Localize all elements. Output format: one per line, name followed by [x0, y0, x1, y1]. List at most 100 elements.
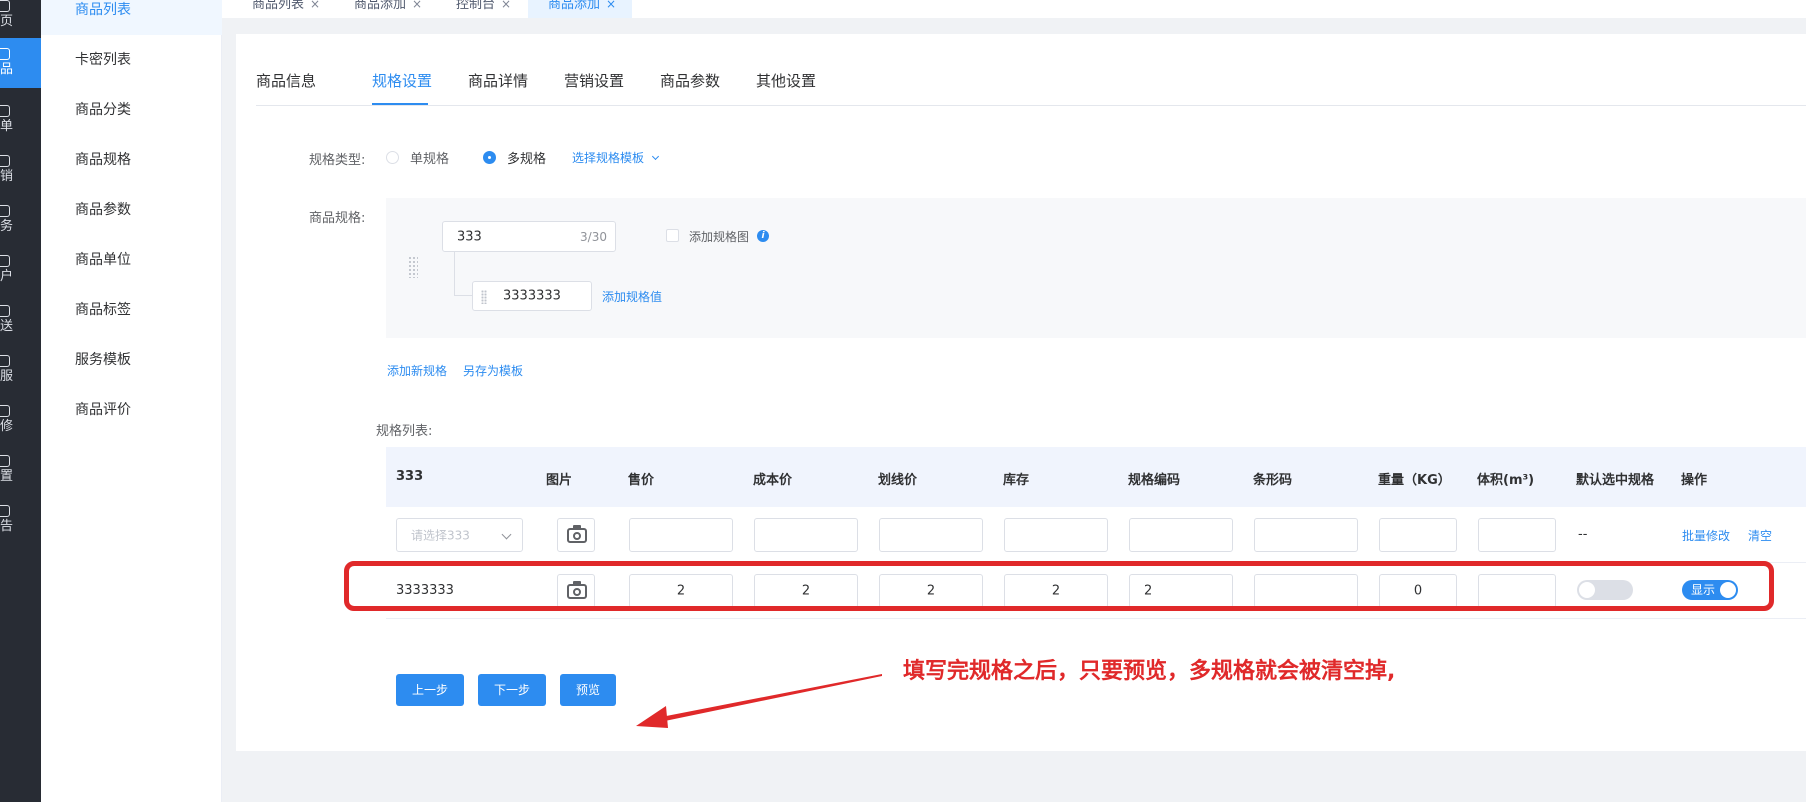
- tab-other-settings[interactable]: 其他设置: [756, 70, 816, 91]
- batch-cost-input[interactable]: [754, 518, 858, 552]
- user-icon: [0, 255, 10, 267]
- rail-item-home[interactable]: 页: [0, 0, 41, 40]
- add-new-spec-link[interactable]: 添加新规格: [387, 362, 447, 379]
- batch-barcode-input[interactable]: [1254, 518, 1358, 552]
- product-spec-label: 商品规格:: [309, 211, 366, 226]
- submenu-item-service-template[interactable]: 服务模板: [41, 335, 222, 385]
- submenu-item-product-list[interactable]: 商品列表: [41, 0, 222, 35]
- submenu-item-params[interactable]: 商品参数: [41, 185, 222, 235]
- batch-price-input[interactable]: [629, 518, 733, 552]
- tab-product-info[interactable]: 商品信息: [256, 70, 316, 91]
- spec-name-input[interactable]: 333 3/30: [442, 221, 616, 252]
- add-spec-image-checkbox[interactable]: [666, 229, 679, 242]
- save-as-template-link[interactable]: 另存为模板: [463, 362, 523, 379]
- batch-line-price-input[interactable]: [879, 518, 983, 552]
- rail-item-delivery[interactable]: 送: [0, 295, 41, 345]
- rail-item-finance[interactable]: 务: [0, 195, 41, 245]
- submenu-item-review[interactable]: 商品评价: [41, 385, 222, 435]
- prev-step-button[interactable]: 上一步: [396, 674, 464, 706]
- rail-item-settings[interactable]: 置: [0, 445, 41, 495]
- rail-item-orders[interactable]: 单: [0, 95, 41, 145]
- submenu-item-spec[interactable]: 商品规格: [41, 135, 222, 185]
- close-icon[interactable]: ×: [501, 0, 511, 11]
- rail-item-marketing[interactable]: 销: [0, 145, 41, 195]
- rail-item-users[interactable]: 户: [0, 245, 41, 295]
- close-icon[interactable]: ×: [412, 0, 422, 11]
- preview-button[interactable]: 预览: [560, 674, 616, 706]
- batch-edit-link[interactable]: 批量修改: [1682, 527, 1730, 544]
- th-default: 默认选中规格: [1576, 473, 1655, 488]
- tab-marketing-settings[interactable]: 营销设置: [564, 70, 624, 91]
- drag-handle-icon[interactable]: [408, 256, 418, 278]
- tab-product-detail[interactable]: 商品详情: [468, 70, 528, 91]
- tab-console[interactable]: 控制台 ×: [446, 0, 521, 18]
- th-line-price: 划线价: [878, 473, 918, 488]
- choose-template-link[interactable]: 选择规格模板: [572, 149, 659, 166]
- radio-single-spec[interactable]: [386, 151, 399, 164]
- th-volume: 体积(m³): [1477, 473, 1535, 488]
- order-icon: [0, 105, 10, 117]
- th-spec: 333: [396, 469, 424, 484]
- spec-select[interactable]: 请选择333: [396, 518, 523, 552]
- batch-weight-input[interactable]: [1379, 518, 1457, 552]
- spec-editor: [386, 198, 1806, 338]
- chevron-down-icon: [501, 529, 512, 540]
- upload-image-button[interactable]: [557, 518, 595, 552]
- submenu-item-unit[interactable]: 商品单位: [41, 235, 222, 285]
- tree-line: [454, 252, 455, 295]
- home-icon: [0, 0, 10, 12]
- rail-item-service[interactable]: 服: [0, 345, 41, 395]
- batch-stock-input[interactable]: [1004, 518, 1108, 552]
- info-icon[interactable]: i: [757, 230, 769, 242]
- delivery-icon: [0, 305, 10, 317]
- submenu-item-category[interactable]: 商品分类: [41, 85, 222, 135]
- sub-menu: 商品列表 卡密列表 商品分类 商品规格 商品参数 商品单位 商品标签 服务模板 …: [41, 0, 222, 802]
- radio-multi-spec[interactable]: [483, 151, 496, 164]
- th-actions: 操作: [1681, 473, 1708, 488]
- headset-icon: [0, 355, 10, 367]
- single-spec-label[interactable]: 单规格: [410, 148, 449, 167]
- add-spec-image-label[interactable]: 添加规格图: [689, 228, 749, 245]
- annotation-highlight-box: [344, 561, 1774, 611]
- spec-value-input[interactable]: 3333333: [472, 281, 592, 311]
- annotation-arrow-icon: [636, 674, 882, 728]
- th-barcode: 条形码: [1253, 473, 1293, 488]
- chevron-down-icon: [651, 152, 659, 161]
- tree-line: [454, 295, 472, 296]
- spec-table-header: 333 图片 售价 成本价 划线价 库存 规格编码 条形码 重量（KG） 体积(…: [386, 447, 1806, 507]
- close-icon[interactable]: ×: [310, 0, 320, 11]
- tabs-bar: 商品列表 × 商品添加 × 控制台 × 商品添加 ×: [222, 0, 1806, 18]
- th-stock: 库存: [1003, 473, 1030, 488]
- spec-type-label: 规格类型:: [309, 153, 366, 168]
- add-spec-value-link[interactable]: 添加规格值: [602, 288, 662, 305]
- th-cost: 成本价: [753, 473, 793, 488]
- main-card: 商品信息 规格设置 商品详情 营销设置 商品参数 其他设置 规格类型: 单规格 …: [236, 34, 1806, 751]
- camera-icon: [567, 525, 587, 543]
- rail-item-notice[interactable]: 告: [0, 495, 41, 545]
- tab-product-add-active[interactable]: 商品添加 ×: [528, 0, 632, 18]
- close-icon[interactable]: ×: [606, 0, 616, 11]
- tab-product-params[interactable]: 商品参数: [660, 70, 720, 91]
- tab-product-add[interactable]: 商品添加 ×: [344, 0, 432, 18]
- step-tabs: 商品信息 规格设置 商品详情 营销设置 商品参数 其他设置: [256, 34, 1806, 106]
- submenu-item-card-list[interactable]: 卡密列表: [41, 35, 222, 85]
- brush-icon: [0, 405, 10, 417]
- tab-product-list[interactable]: 商品列表 ×: [242, 0, 330, 18]
- clear-link[interactable]: 清空: [1748, 527, 1772, 544]
- default-placeholder: --: [1578, 527, 1588, 542]
- tab-spec-settings[interactable]: 规格设置: [372, 70, 432, 91]
- rail-item-decorate[interactable]: 修: [0, 395, 41, 445]
- next-step-button[interactable]: 下一步: [478, 674, 546, 706]
- batch-code-input[interactable]: [1129, 518, 1233, 552]
- finance-icon: [0, 205, 10, 217]
- th-code: 规格编码: [1128, 473, 1181, 488]
- drag-handle-icon[interactable]: [481, 290, 487, 304]
- table-row-batch: 请选择333 -- 批量修改 清空: [386, 507, 1806, 563]
- annotation-text: 填写完规格之后，只要预览，多规格就会被清空掉,: [903, 659, 1396, 684]
- bag-icon: [0, 48, 10, 60]
- rail-item-products[interactable]: 品: [0, 38, 41, 88]
- batch-volume-input[interactable]: [1478, 518, 1556, 552]
- submenu-item-tag[interactable]: 商品标签: [41, 285, 222, 335]
- multi-spec-label[interactable]: 多规格: [507, 148, 546, 167]
- icon-rail: 页 品 单 销 务 户 送 服 修 置 告: [0, 0, 41, 802]
